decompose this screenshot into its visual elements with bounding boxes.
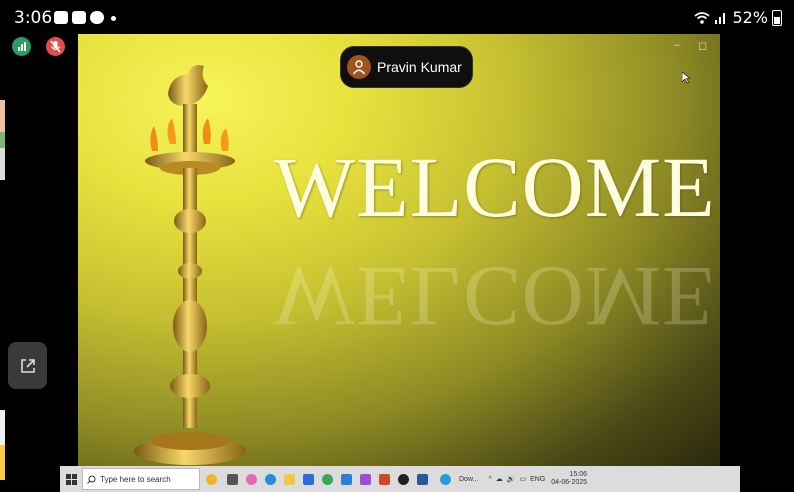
search-icon (87, 475, 96, 484)
maximize-button[interactable]: ◻ (698, 39, 707, 52)
brass-lamp-illustration (134, 65, 246, 465)
word-icon[interactable] (417, 473, 428, 485)
chrome-icon[interactable] (322, 473, 333, 485)
connection-quality-icon[interactable] (12, 37, 31, 56)
file-explorer-icon[interactable] (284, 473, 295, 485)
person-icon (352, 60, 366, 75)
taskbar-search-box[interactable]: Type here to search (82, 468, 200, 490)
gallery-icon (54, 11, 68, 24)
downloads-icon[interactable] (440, 473, 451, 485)
search-placeholder: Type here to search (100, 474, 171, 484)
youtube-icon (72, 11, 86, 24)
volume-icon[interactable]: 🔊 (507, 475, 516, 483)
welcome-reflection: WELCOME (274, 249, 716, 345)
mic-muted-icon[interactable] (46, 37, 65, 56)
signal-icon (715, 12, 726, 24)
copilot-icon[interactable] (246, 473, 257, 485)
taskbar-time: 15:06 (569, 470, 588, 478)
taskbar-tray: ^ ☁ 🔊 ▭ ENG (488, 475, 545, 484)
welcome-heading: WELCOME (274, 139, 716, 235)
status-time: 3:06 (14, 8, 53, 28)
store-icon[interactable] (303, 473, 314, 485)
mouse-cursor-icon (682, 72, 690, 84)
background-window-edge-lower (0, 410, 5, 480)
participant-name: Pravin Kumar (377, 59, 462, 75)
wifi-icon (694, 11, 710, 24)
app-icon[interactable] (360, 473, 371, 485)
battery-percent: 52% (732, 8, 768, 27)
task-view-icon[interactable] (227, 473, 238, 485)
background-window-edge (0, 100, 5, 180)
news-widget-icon[interactable] (206, 473, 217, 485)
mail-icon[interactable] (341, 473, 352, 485)
powerpoint-icon[interactable] (379, 473, 390, 485)
minimize-button[interactable]: – (674, 39, 680, 51)
system-tray: 52% (694, 8, 782, 27)
share-screen-icon (20, 358, 35, 373)
windows-taskbar: Type here to search Dow... ^ ☁ 🔊 ▭ ENG 1… (60, 466, 740, 492)
battery-icon (772, 9, 782, 26)
status-bar: 3:06 52% (0, 0, 794, 34)
taskbar-clock[interactable]: 15:06 04-06-2025 (551, 471, 587, 487)
media-player-icon[interactable] (398, 473, 409, 485)
windows-logo-icon (65, 473, 77, 485)
share-screen-button[interactable] (8, 342, 47, 389)
shared-slide: – ◻ ✕ Pravin Kumar WELCOME WELCOME (78, 34, 720, 466)
edge-icon[interactable] (265, 473, 276, 485)
windows-start-button[interactable] (60, 473, 82, 485)
network-icon[interactable]: ▭ (519, 475, 526, 483)
chevron-up-icon[interactable]: ^ (488, 476, 491, 483)
avatar (347, 55, 371, 79)
app-notification-icon (90, 11, 104, 24)
tray-language[interactable]: ENG (530, 476, 545, 483)
notification-dot (111, 16, 116, 21)
onedrive-icon[interactable]: ☁ (496, 475, 503, 483)
taskbar-date: 04-06-2025 (551, 479, 588, 486)
participant-badge: Pravin Kumar (340, 46, 473, 88)
downloads-label[interactable]: Dow... (459, 476, 478, 483)
